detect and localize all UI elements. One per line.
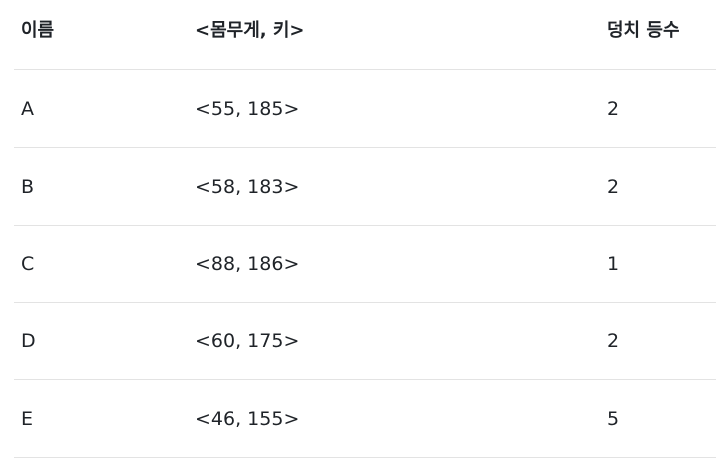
row-name: A: [21, 97, 34, 120]
table-row: E <46, 155> 5: [14, 380, 716, 458]
row-rank: 2: [607, 175, 620, 198]
table-row: B <58, 183> 2: [14, 148, 716, 226]
header-name: 이름: [21, 19, 55, 41]
row-rank: 5: [607, 407, 620, 430]
row-weight-height: <60, 175>: [195, 329, 300, 352]
row-rank: 2: [607, 329, 620, 352]
row-name: B: [21, 175, 35, 198]
row-weight-height: <55, 185>: [195, 97, 300, 120]
row-name: E: [21, 407, 34, 430]
row-rank: 2: [607, 97, 620, 120]
table-row: A <55, 185> 2: [14, 70, 716, 148]
row-weight-height: <58, 183>: [195, 175, 300, 198]
row-weight-height: <46, 155>: [195, 407, 300, 430]
row-weight-height: <88, 186>: [195, 252, 300, 275]
row-rank: 1: [607, 252, 620, 275]
table-header-row: 이름 <몸무게, 키> 덩치 등수: [14, 0, 716, 70]
table-row: D <60, 175> 2: [14, 302, 716, 380]
header-rank: 덩치 등수: [607, 19, 680, 41]
row-name: C: [21, 252, 35, 275]
data-table: 이름 <몸무게, 키> 덩치 등수 A <55, 185> 2 B <58, 1…: [0, 0, 716, 471]
table-row: C <88, 186> 1: [14, 225, 716, 303]
row-name: D: [21, 329, 36, 352]
header-weight-height: <몸무게, 키>: [195, 19, 305, 41]
